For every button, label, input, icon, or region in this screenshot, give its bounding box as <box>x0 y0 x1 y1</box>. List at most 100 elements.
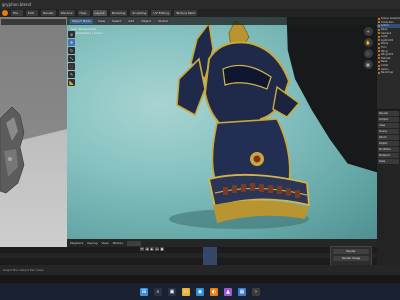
outliner-row-label: Beak <box>381 60 388 64</box>
transform-icon[interactable]: ⬚ <box>68 63 75 70</box>
status-bar: Select Box Select Pan View <box>0 265 400 275</box>
object-type-icon <box>378 46 380 49</box>
window-title: gryphon.blend <box>2 2 32 7</box>
menu-file[interactable]: File <box>11 10 23 16</box>
object-type-icon <box>378 42 380 45</box>
cursor-icon[interactable]: ⊕ <box>68 31 75 38</box>
workspace-tab-sculpting[interactable]: Sculpting <box>130 10 149 16</box>
menu-window[interactable]: Window <box>58 10 75 16</box>
viewport-menu-add[interactable]: Add <box>126 18 137 24</box>
photos-icon[interactable]: ▲ <box>224 287 232 296</box>
object-type-icon <box>378 21 380 24</box>
workspace-tab-texture-paint[interactable]: Texture Paint <box>174 10 198 16</box>
annotate-icon[interactable]: ✎ <box>68 71 75 78</box>
reference-view-header <box>1 19 66 25</box>
object-type-icon <box>378 28 380 31</box>
properties-tab[interactable]: Output <box>378 117 399 122</box>
properties-tab[interactable]: World <box>378 135 399 140</box>
search-icon[interactable]: ⌕ <box>154 287 162 296</box>
record-icon[interactable]: ● <box>160 247 164 251</box>
store-icon[interactable]: ▦ <box>238 287 246 296</box>
outliner-row-label: Backdrop <box>381 71 394 75</box>
transform-orientation-dropdown[interactable]: Global <box>156 18 170 24</box>
workspace-tab-layout[interactable]: Layout <box>92 10 107 16</box>
object-type-icon <box>378 50 380 53</box>
frame-ruler[interactable] <box>0 253 377 258</box>
ortho-grid-icon[interactable]: ▦ <box>363 60 373 69</box>
menu-render[interactable]: Render <box>41 10 56 16</box>
timeline-menu-keying[interactable]: Keying <box>87 241 97 245</box>
viewport-menu-view[interactable]: View <box>95 18 108 24</box>
gryphon-armor-model[interactable] <box>139 19 319 239</box>
object-type-icon <box>378 35 380 38</box>
playhead[interactable] <box>203 247 217 265</box>
camera-view-icon[interactable]: 🎥 <box>363 49 373 58</box>
object-type-icon <box>378 24 380 27</box>
file-explorer-icon[interactable]: ▭ <box>182 287 190 296</box>
outliner-row[interactable]: Backdrop <box>377 71 400 75</box>
properties-tab[interactable]: Render <box>378 111 399 116</box>
pan-hand-icon[interactable]: ✋ <box>363 38 373 47</box>
object-mode-dropdown[interactable]: Object Mode <box>70 18 93 24</box>
properties-panel: Render Output View Scene World Object Modifier… <box>377 109 400 265</box>
render-menu-title: Render <box>333 249 369 254</box>
object-type-icon <box>378 53 380 56</box>
workspace-tab-uv-editing[interactable]: UV Editing <box>151 10 172 16</box>
window-titlebar: gryphon.blend <box>0 0 400 9</box>
outliner-row-label: Scene Collection <box>381 17 400 21</box>
menu-edit[interactable]: Edit <box>26 10 38 16</box>
outliner-row-label: Collar <box>381 64 389 68</box>
menu-help[interactable]: Help <box>77 10 90 16</box>
windows-taskbar: ⊞ ⌕ ▣ ▭ ◉ ◐ ▲ ▦ › <box>0 283 400 300</box>
properties-tab[interactable]: Data <box>378 159 399 164</box>
rotate-icon[interactable]: ↻ <box>68 47 75 54</box>
move-icon[interactable]: ✥ <box>68 39 75 46</box>
jump-end-icon[interactable]: ⏭ <box>155 247 159 251</box>
task-view-icon[interactable]: ▣ <box>168 287 176 296</box>
timeline-menu-view[interactable]: View <box>101 241 108 245</box>
outliner: Scene CollectionCollectionArmorBaseCamer… <box>377 17 400 75</box>
windows-start-icon[interactable]: ⊞ <box>140 287 148 296</box>
reference-statue-image <box>0 106 26 199</box>
timeline[interactable]: ⏮ ◀ ▶ ⏭ ● <box>0 247 377 265</box>
render-image-button[interactable]: Render Image <box>333 256 369 261</box>
top-menubar: File Edit Render Window Help Layout Mode… <box>0 9 400 17</box>
zoom-icon[interactable]: + <box>363 27 373 36</box>
outliner-row-label: Light <box>381 35 388 39</box>
reference-image-view[interactable] <box>0 17 67 265</box>
measure-icon[interactable]: 📐 <box>68 79 75 86</box>
scale-icon[interactable]: ⤡ <box>68 55 75 62</box>
toolbar: ⊕ ✥ ↻ ⤡ ⬚ ✎ 📐 <box>68 31 76 101</box>
timeline-menu-marker[interactable]: Marker <box>113 241 123 245</box>
current-frame-field[interactable] <box>126 240 141 246</box>
status-hints: Select Box Select Pan View <box>3 268 44 272</box>
workspace-tab-modeling[interactable]: Modeling <box>109 10 128 16</box>
properties-tab[interactable]: View <box>378 123 399 128</box>
object-type-icon <box>378 71 380 74</box>
browser-icon[interactable]: ◉ <box>196 287 204 296</box>
viewport-menu-select[interactable]: Select <box>110 18 124 24</box>
object-type-icon <box>378 68 380 71</box>
terminal-icon[interactable]: › <box>252 287 260 296</box>
blender-logo-icon[interactable] <box>2 10 8 16</box>
timeline-menu-playback[interactable]: Playback <box>70 241 83 245</box>
object-type-icon <box>378 57 380 60</box>
properties-tab[interactable]: Material <box>378 153 399 158</box>
properties-tab[interactable]: Scene <box>378 129 399 134</box>
object-type-icon <box>378 60 380 63</box>
viewport-menu-object[interactable]: Object <box>139 18 154 24</box>
object-type-icon <box>378 17 380 20</box>
outliner-row-label: Trim <box>381 46 387 50</box>
properties-tab[interactable]: Modifiers <box>378 147 399 152</box>
outliner-row-label: Plane <box>381 42 389 46</box>
play-icon[interactable]: ▶ <box>150 247 154 251</box>
jump-start-icon[interactable]: ⏮ <box>140 247 144 251</box>
right-sidebar: Scene CollectionCollectionArmorBaseCamer… <box>377 17 400 265</box>
object-type-icon <box>378 32 380 35</box>
play-reverse-icon[interactable]: ◀ <box>145 247 149 251</box>
3d-viewport[interactable]: Object Mode View Select Add Object Globa… <box>67 17 377 239</box>
outliner-row-label: Base <box>381 28 388 32</box>
properties-tab[interactable]: Object <box>378 141 399 146</box>
blender-icon[interactable]: ◐ <box>210 287 218 296</box>
object-type-icon <box>378 39 380 42</box>
